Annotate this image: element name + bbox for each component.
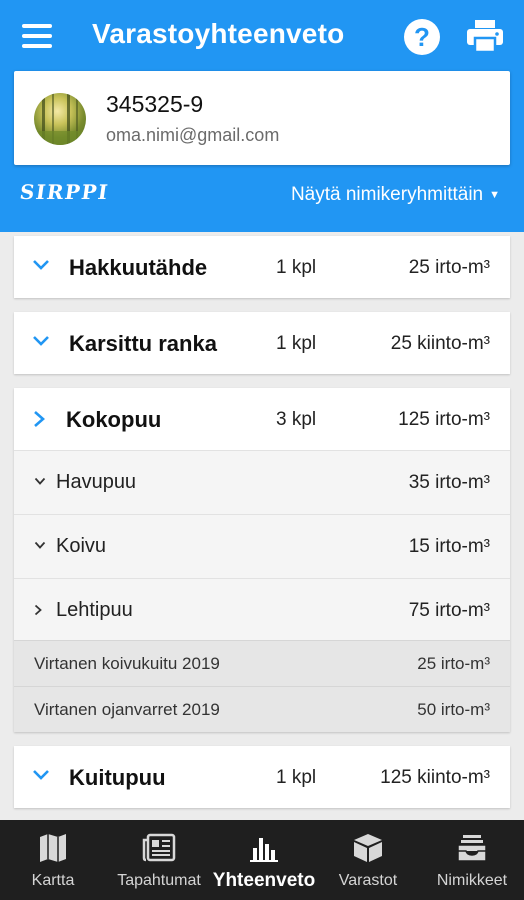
- nav-item-tapahtumat[interactable]: Tapahtumat: [106, 820, 212, 900]
- subgroup-name: Koivu: [56, 535, 107, 557]
- subgroup-name: Havupuu: [56, 471, 137, 493]
- item-name: Virtanen ojanvarret 2019: [34, 700, 220, 719]
- subgroup-name: Lehtipuu: [56, 599, 133, 621]
- subgroup-row[interactable]: Koivu 15 irto-m³: [14, 514, 510, 578]
- print-button[interactable]: [466, 18, 504, 54]
- user-email: oma.nimi@gmail.com: [106, 125, 280, 145]
- subgroup-volume: 35 irto-m³: [408, 472, 490, 493]
- group-count: 1 kpl: [276, 333, 317, 354]
- chevron-down-icon: [34, 515, 48, 579]
- chevron-right-icon: [34, 579, 48, 643]
- item-volume: 25 irto-m³: [417, 654, 490, 673]
- group-row[interactable]: Kokopuu 3 kpl 125 irto-m³: [14, 388, 510, 450]
- group-card: Karsittu ranka 1 kpl 25 kiinto-m³: [14, 312, 510, 374]
- group-row[interactable]: Hakkuutähde 1 kpl 25 irto-m³: [14, 236, 510, 298]
- group-name: Kokopuu: [66, 407, 162, 432]
- group-row[interactable]: Kuitupuu 1 kpl 125 kiinto-m³: [14, 746, 510, 808]
- chevron-right-icon: [32, 388, 54, 450]
- box-icon: [354, 834, 382, 862]
- subgroup-row[interactable]: Lehtipuu 75 irto-m³: [14, 578, 510, 640]
- hamburger-icon-line: [22, 34, 52, 38]
- nav-label: Nimikkeet: [436, 872, 508, 889]
- nav-label: Yhteenveto: [212, 870, 316, 891]
- top-app-bar: Varastoyhteenveto ?: [0, 0, 524, 72]
- grouping-label: Näytä nimikeryhmittäin: [290, 184, 484, 205]
- subgroup-volume: 75 irto-m³: [408, 600, 490, 621]
- group-volume: 125 kiinto-m³: [380, 767, 490, 788]
- group-card: Kuitupuu 1 kpl 125 kiinto-m³: [14, 746, 510, 808]
- chevron-down-icon: [32, 746, 54, 808]
- nav-item-nimikkeet[interactable]: Nimikkeet: [420, 820, 524, 900]
- nav-label: Varastot: [338, 872, 398, 889]
- group-count: 1 kpl: [276, 767, 317, 788]
- forest-avatar-image: [34, 93, 86, 145]
- menu-button[interactable]: [22, 24, 52, 48]
- group-name: Kuitupuu: [69, 765, 166, 790]
- user-card[interactable]: 345325-9 oma.nimi@gmail.com: [14, 71, 510, 165]
- item-volume: 50 irto-m³: [417, 700, 490, 719]
- group-volume: 25 kiinto-m³: [390, 333, 490, 354]
- subgroup-row[interactable]: Havupuu 35 irto-m³: [14, 450, 510, 514]
- help-icon: ?: [414, 22, 430, 52]
- chevron-down-icon: [32, 236, 54, 298]
- item-name: Virtanen koivukuitu 2019: [34, 654, 220, 673]
- hamburger-icon-line: [22, 24, 52, 28]
- dropdown-caret-icon: ▼: [489, 189, 500, 201]
- chevron-down-icon: [32, 312, 54, 374]
- grouping-dropdown[interactable]: Näytä nimikeryhmittäin ▼: [291, 184, 500, 206]
- subgroup-volume: 15 irto-m³: [408, 536, 490, 557]
- chevron-down-icon: [34, 451, 48, 515]
- bottom-navigation: Kartta Tapahtumat Yhteenveto Varastot Ni…: [0, 820, 524, 900]
- map-icon: [40, 834, 66, 862]
- group-row[interactable]: Karsittu ranka 1 kpl 25 kiinto-m³: [14, 312, 510, 374]
- group-count: 1 kpl: [276, 257, 317, 278]
- group-volume: 25 irto-m³: [408, 257, 490, 278]
- brand-logo: SIRPPI: [18, 180, 111, 204]
- nav-item-kartta[interactable]: Kartta: [0, 820, 106, 900]
- group-card-expanded: Kokopuu 3 kpl 125 irto-m³ Havupuu 35 irt…: [14, 388, 510, 732]
- group-volume: 125 irto-m³: [398, 409, 490, 430]
- user-id: 345325-9: [106, 91, 204, 117]
- group-card: Hakkuutähde 1 kpl 25 irto-m³: [14, 236, 510, 298]
- newspaper-icon: [142, 833, 176, 862]
- group-name: Karsittu ranka: [69, 331, 217, 356]
- group-count: 3 kpl: [276, 409, 317, 430]
- nav-label: Tapahtumat: [117, 872, 201, 889]
- item-row[interactable]: Virtanen koivukuitu 2019 25 irto-m³: [14, 640, 510, 686]
- inbox-icon: [457, 835, 487, 862]
- nav-item-yhteenveto[interactable]: Yhteenveto: [212, 820, 316, 900]
- item-row[interactable]: Virtanen ojanvarret 2019 50 irto-m³: [14, 686, 510, 732]
- print-icon: [467, 20, 503, 54]
- hamburger-icon-line: [22, 44, 52, 48]
- page-title: Varastoyhteenveto: [92, 18, 345, 49]
- avatar: [34, 93, 86, 145]
- nav-label: Kartta: [31, 872, 75, 889]
- bar-chart-icon: [250, 838, 278, 862]
- help-button[interactable]: ?: [404, 19, 440, 55]
- nav-item-varastot[interactable]: Varastot: [316, 820, 420, 900]
- app-header: Varastoyhteenveto ? 345325-9 oma.nimi@gm: [0, 0, 524, 232]
- group-name: Hakkuutähde: [69, 255, 208, 280]
